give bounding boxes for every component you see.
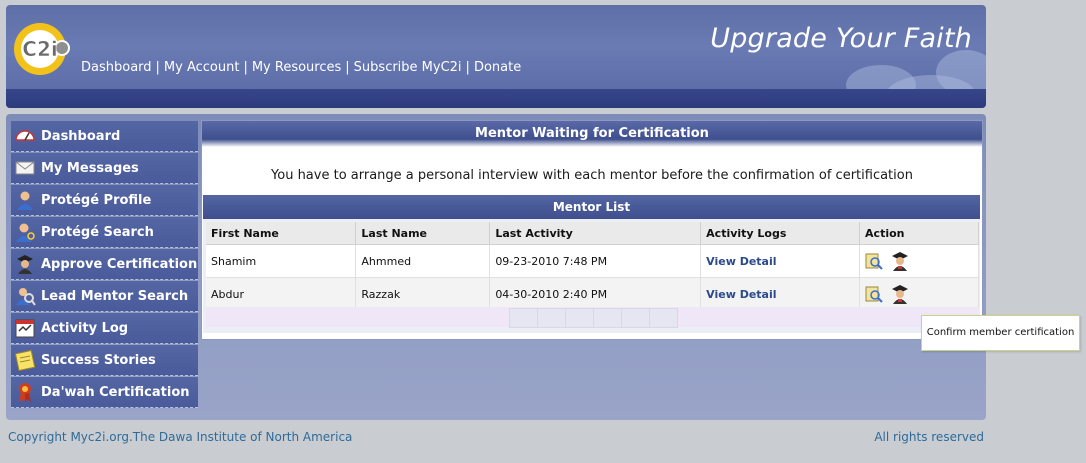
site-header: C2i Upgrade Your Faith Dashboard | My Acco… [6,5,986,108]
nav-separator: | [345,60,350,75]
user-profile-icon [14,189,36,211]
nav-link-subscribe[interactable]: Subscribe MyC2i [354,60,462,75]
magnifier-user-icon [14,285,36,307]
table-row: Shamim Ahmmed 09-23-2010 7:48 PM View De… [206,244,979,278]
mentor-list-title: Mentor List [203,195,980,219]
notepad-icon [14,349,36,372]
sidebar-menu: Dashboard My Messages Protégé Profile Pr… [11,121,198,409]
sidebar-item-protege-search[interactable]: Protégé Search [11,217,198,248]
nav-separator: | [243,60,248,75]
svg-text:C2i: C2i [22,37,57,61]
sidebar-item-lead-mentor-search[interactable]: Lead Mentor Search [11,281,198,312]
site-logo[interactable]: C2i [12,21,72,77]
confirm-certification-icon[interactable] [891,284,909,304]
table-pager [206,307,979,328]
sidebar-item-approve-certification[interactable]: Approve Certification [11,249,198,280]
sidebar-item-dashboard[interactable]: Dashboard [11,121,198,152]
cell-activity-logs: View Detail [700,277,861,311]
cell-last-activity: 09-23-2010 7:48 PM [489,244,702,278]
header-band [6,89,986,108]
calendar-log-icon [14,317,36,339]
column-header-activity-logs[interactable]: Activity Logs [700,222,861,245]
sidebar-item-label: Dashboard [41,128,121,144]
mentor-list-panel: Mentor List First Name Last Name Last Ac… [203,195,980,333]
envelope-icon [14,157,36,179]
sidebar-item-label: Activity Log [41,320,129,336]
pager-button[interactable] [649,308,678,328]
nav-link-donate[interactable]: Donate [474,60,521,75]
tagline: Upgrade Your Faith [710,23,972,54]
column-header-action: Action [859,222,979,245]
sidebar-item-label: Success Stories [41,352,156,368]
content-panel: Mentor Waiting for Certification You hav… [201,120,983,340]
cell-action [859,244,979,278]
top-navigation: Dashboard | My Account | My Resources | Subscr… [81,60,521,75]
cell-last-activity: 04-30-2010 2:40 PM [489,277,702,311]
pager-button[interactable] [537,308,566,328]
table-row: Abdur Razzak 04-30-2010 2:40 PM View Det… [206,277,979,311]
cell-first-name: Shamim [206,244,357,278]
speedometer-icon [14,125,36,147]
confirm-certification-icon[interactable] [891,251,909,271]
nav-separator: | [155,60,160,75]
column-header-last-activity[interactable]: Last Activity [489,222,702,245]
sidebar-item-label: Lead Mentor Search [41,288,189,304]
mentor-table: First Name Last Name Last Activity Activ… [206,222,979,311]
sidebar-item-activity-log[interactable]: Activity Log [11,313,198,344]
view-profile-icon[interactable] [865,284,883,304]
cell-last-name: Ahmmed [355,244,491,278]
footer-rights: All rights reserved [874,430,984,444]
cell-activity-logs: View Detail [700,244,861,278]
sidebar-item-dawah-certification[interactable]: Da'wah Certification [11,377,198,408]
column-header-first-name[interactable]: First Name [206,222,357,245]
panel-title: Mentor Waiting for Certification [202,121,982,147]
instruction-text: You have to arrange a personal interview… [271,168,913,183]
nav-link-dashboard[interactable]: Dashboard [81,60,152,75]
graduate-icon [14,253,36,275]
view-profile-icon[interactable] [865,251,883,271]
sidebar-item-label: Da'wah Certification [41,384,190,400]
nav-separator: | [465,60,470,75]
sidebar-item-label: Protégé Profile [41,192,152,208]
award-ribbon-icon [14,381,36,403]
user-search-icon [14,221,36,243]
pager-button[interactable] [593,308,622,328]
cell-first-name: Abdur [206,277,357,311]
tooltip: Confirm member certification [921,315,1080,351]
nav-link-my-account[interactable]: My Account [164,60,240,75]
sidebar-item-my-messages[interactable]: My Messages [11,153,198,184]
cell-action [859,277,979,311]
column-header-last-name[interactable]: Last Name [355,222,491,245]
pager-button[interactable] [565,308,594,328]
cell-last-name: Razzak [355,277,491,311]
pager-button[interactable] [509,308,538,328]
sidebar-item-success-stories[interactable]: Success Stories [11,345,198,376]
nav-link-my-resources[interactable]: My Resources [252,60,341,75]
sidebar-item-label: Protégé Search [41,224,154,240]
footer-copyright: Copyright Myc2i.org.The Dawa Institute o… [8,430,353,444]
sidebar-item-label: Approve Certification [41,256,198,272]
pager-button[interactable] [621,308,650,328]
view-detail-link[interactable]: View Detail [706,255,776,268]
sidebar-item-protege-profile[interactable]: Protégé Profile [11,185,198,216]
sidebar-item-label: My Messages [41,160,139,176]
view-detail-link[interactable]: View Detail [706,288,776,301]
main-panel: Dashboard My Messages Protégé Profile Pr… [6,114,986,420]
